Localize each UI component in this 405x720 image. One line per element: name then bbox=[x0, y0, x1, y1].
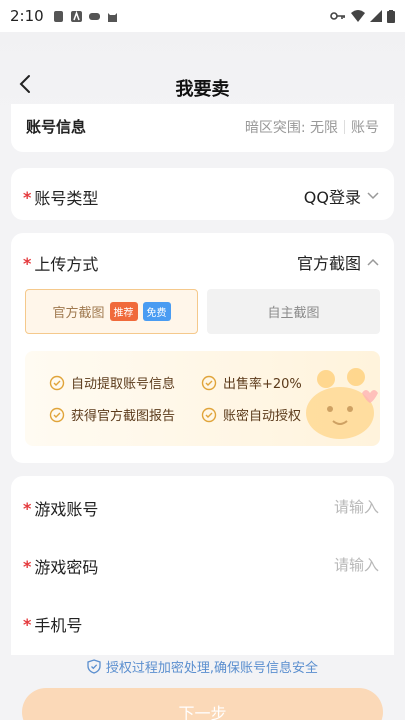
option-self-label: 自主截图 bbox=[267, 306, 320, 321]
required-asterisk: * bbox=[23, 498, 32, 518]
benefit-item: 自动提取账号信息 bbox=[49, 373, 175, 392]
game-account-label: * 游戏账号 bbox=[23, 496, 98, 520]
account-type-value: QQ登录 bbox=[303, 188, 361, 207]
required-asterisk: * bbox=[23, 556, 32, 576]
shield-check-icon bbox=[87, 658, 101, 674]
status-icons bbox=[330, 9, 395, 23]
benefit-text: 自动提取账号信息 bbox=[71, 377, 176, 392]
status-bar: 2:10 bbox=[0, 0, 405, 32]
benefits-panel: 自动提取账号信息 出售率+20% 获得官方截图报告 账密自动授权 bbox=[25, 351, 380, 446]
account-type-label-text: 账号类型 bbox=[34, 189, 99, 208]
wifi-icon bbox=[351, 10, 365, 22]
required-asterisk: * bbox=[23, 614, 32, 634]
recommend-badge: 推荐 bbox=[109, 302, 138, 321]
phone-label-text: 手机号 bbox=[34, 616, 83, 635]
upload-method-select[interactable]: 官方截图 bbox=[297, 250, 379, 274]
free-badge: 免费 bbox=[142, 302, 171, 321]
upload-method-label-text: 上传方式 bbox=[34, 255, 99, 274]
account-info-hint: 暗区突围: 无限 账号 bbox=[245, 117, 379, 137]
crab-mascot-icon bbox=[306, 368, 378, 439]
account-info-label: 账号信息 bbox=[26, 118, 87, 136]
divider bbox=[344, 120, 345, 134]
game-account-label-text: 游戏账号 bbox=[34, 500, 99, 519]
option-official-screenshot[interactable]: 官方截图 推荐 免费 bbox=[25, 289, 198, 334]
credentials-card: * 游戏账号 * 游戏密码 * 手机号 bbox=[11, 476, 394, 656]
battery-icon bbox=[387, 9, 395, 23]
account-info-type: 账号 bbox=[351, 120, 379, 136]
cat-notification-icon bbox=[107, 12, 117, 22]
key-icon bbox=[330, 12, 345, 20]
phone-label: * 手机号 bbox=[23, 612, 82, 636]
account-info-card: 账号信息 暗区突围: 无限 账号 bbox=[11, 104, 394, 152]
account-type-card[interactable]: * 账号类型 QQ登录 bbox=[11, 168, 394, 220]
account-info-game: 暗区突围: 无限 bbox=[244, 120, 338, 136]
game-password-label-text: 游戏密码 bbox=[34, 558, 99, 577]
upload-method-label: * 上传方式 bbox=[23, 251, 98, 275]
signal-icon bbox=[370, 10, 382, 22]
phone-input[interactable] bbox=[239, 608, 379, 638]
check-circle-icon bbox=[201, 407, 217, 422]
upload-method-value: 官方截图 bbox=[296, 254, 361, 273]
check-circle-icon bbox=[201, 375, 217, 390]
page-title: 我要卖 bbox=[175, 79, 230, 100]
security-note-text: 授权过程加密处理,确保账号信息安全 bbox=[105, 660, 319, 676]
benefit-text: 获得官方截图报告 bbox=[71, 409, 176, 424]
security-note: 授权过程加密处理,确保账号信息安全 bbox=[0, 655, 405, 677]
app-notification-icon bbox=[53, 10, 63, 22]
game-password-label: * 游戏密码 bbox=[23, 554, 98, 578]
game-notification-icon bbox=[88, 12, 100, 20]
option-self-screenshot[interactable]: 自主截图 bbox=[207, 289, 380, 334]
check-circle-icon bbox=[49, 375, 65, 390]
game-account-row: * 游戏账号 bbox=[11, 486, 394, 526]
next-step-button[interactable]: 下一步 bbox=[22, 688, 383, 720]
game-account-input[interactable] bbox=[239, 492, 379, 522]
chevron-down-icon bbox=[367, 192, 379, 200]
option-official-label: 官方截图 bbox=[52, 306, 105, 321]
game-password-row: * 游戏密码 bbox=[11, 544, 394, 584]
account-type-label: * 账号类型 bbox=[23, 185, 98, 209]
account-type-select[interactable]: QQ登录 bbox=[304, 184, 379, 208]
required-asterisk: * bbox=[23, 187, 32, 207]
required-asterisk: * bbox=[23, 253, 32, 273]
benefit-item: 出售率+20% bbox=[201, 373, 302, 392]
status-time: 2:10 bbox=[10, 7, 44, 25]
game-password-input[interactable] bbox=[239, 550, 379, 580]
chevron-up-icon bbox=[367, 258, 379, 266]
phone-row: * 手机号 bbox=[11, 602, 394, 642]
upload-method-card: * 上传方式 官方截图 官方截图 推荐 免费 自主截图 自动提取账号信息 出售率… bbox=[11, 233, 394, 463]
benefit-item: 账密自动授权 bbox=[201, 405, 301, 424]
check-circle-icon bbox=[49, 407, 65, 422]
benefit-item: 获得官方截图报告 bbox=[49, 405, 175, 424]
a-notification-icon bbox=[70, 10, 82, 22]
